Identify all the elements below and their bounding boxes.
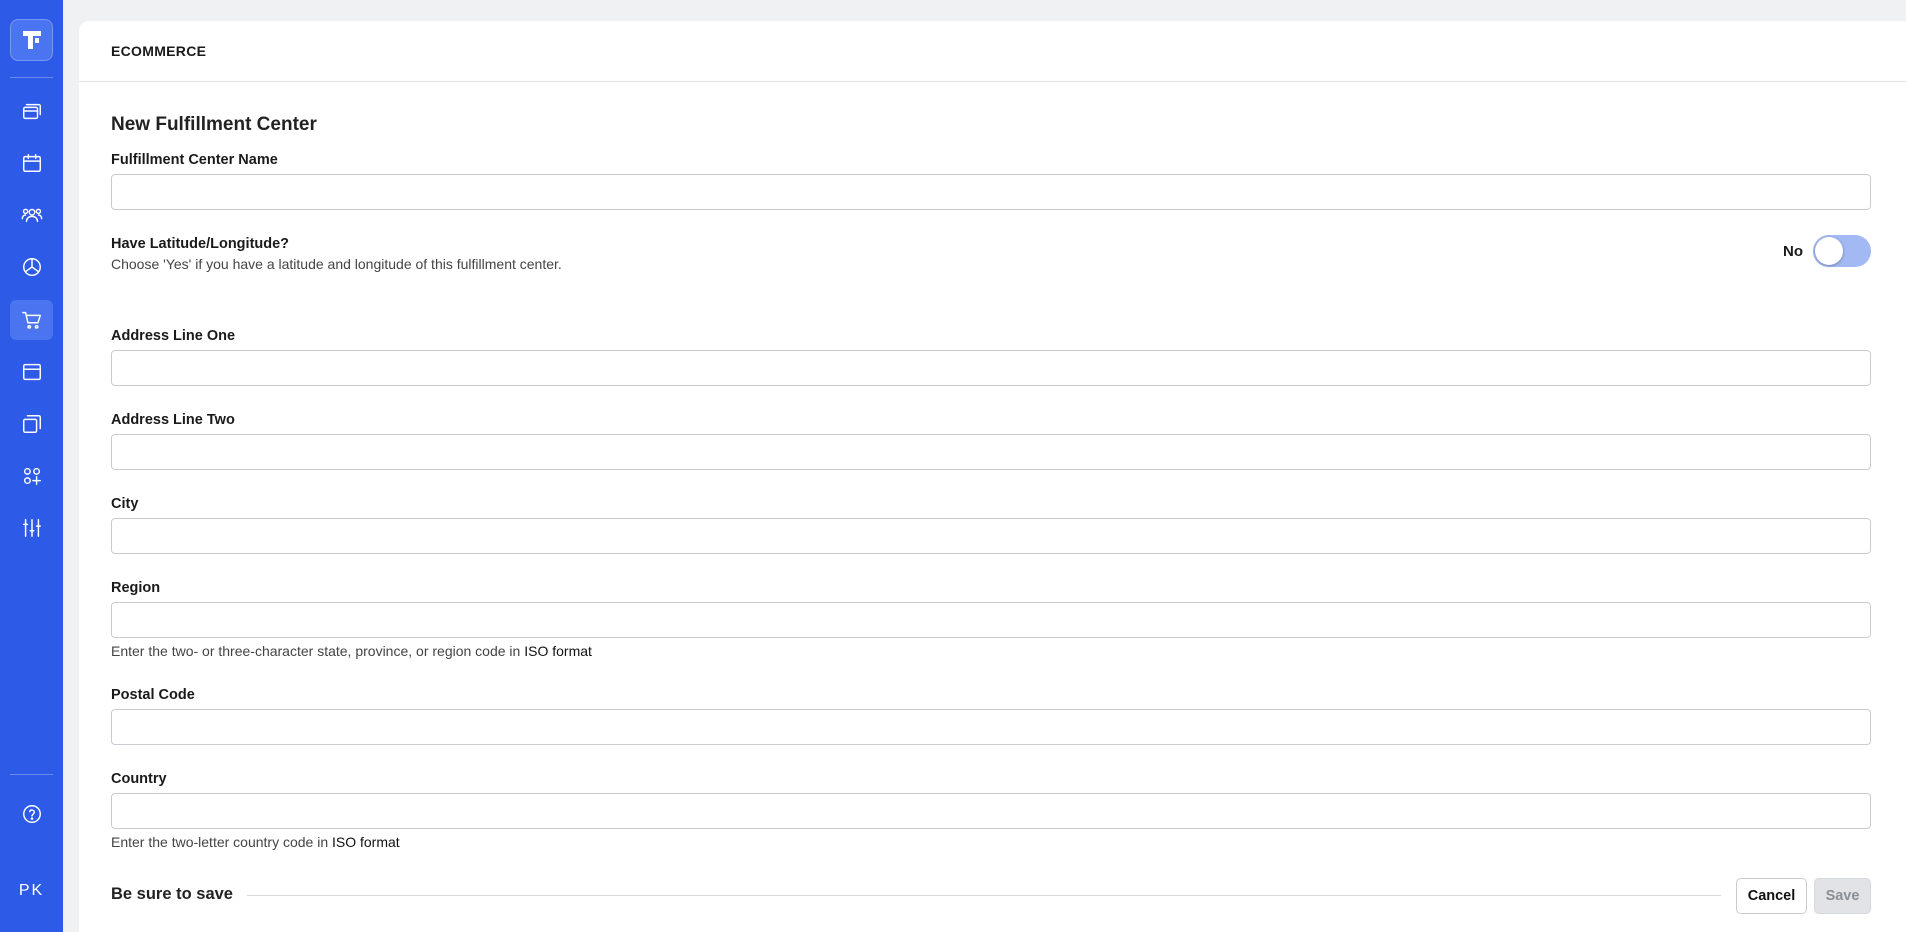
logo[interactable]	[10, 19, 53, 61]
pie-chart-icon	[22, 258, 41, 276]
shopping-cart-icon	[21, 311, 41, 329]
country-label: Country	[111, 771, 167, 787]
region-label: Region	[111, 580, 161, 596]
avatar[interactable]: PK	[10, 872, 53, 910]
address-line-one-label: Address Line One	[111, 328, 236, 344]
fulfillment-center-name-input[interactable]	[111, 174, 1871, 210]
footer-divider	[247, 895, 1721, 896]
sidebar-item-analytics[interactable]	[10, 247, 53, 287]
name-label: Fulfillment Center Name	[111, 152, 278, 168]
sidebar-item-settings[interactable]	[10, 508, 53, 548]
city-label: City	[111, 496, 139, 512]
city-input[interactable]	[111, 518, 1871, 554]
region-help-body: Enter the two- or three-character state,…	[111, 643, 525, 659]
address-line-two-input[interactable]	[111, 434, 1871, 470]
region-iso-format-link[interactable]: ISO format	[524, 643, 592, 659]
sliders-icon	[22, 519, 41, 537]
sidebar: PK	[0, 0, 63, 932]
calendar-icon	[22, 154, 41, 172]
address-line-one-input[interactable]	[111, 350, 1871, 386]
help-button[interactable]	[10, 794, 53, 834]
save-reminder: Be sure to save	[111, 885, 233, 903]
latlng-label: Have Latitude/Longitude?	[111, 236, 290, 252]
copy-icon	[22, 415, 41, 433]
country-help-body: Enter the two-letter country code in	[111, 834, 332, 850]
country-input[interactable]	[111, 793, 1871, 829]
sidebar-item-pages[interactable]	[10, 91, 53, 131]
address-line-two-label: Address Line Two	[111, 412, 235, 428]
sidebar-item-copies[interactable]	[10, 404, 53, 444]
save-button[interactable]: Save	[1814, 878, 1871, 914]
sidebar-divider-top	[10, 77, 53, 78]
country-help-text: Enter the two-letter country code in ISO…	[111, 834, 400, 850]
stacked-windows-icon	[22, 103, 41, 120]
page-title: New Fulfillment Center	[111, 114, 317, 135]
section-header: ECOMMERCE	[79, 21, 1906, 82]
postal-code-label: Postal Code	[111, 687, 195, 703]
main-card: ECOMMERCE New Fulfillment Center Fulfill…	[79, 21, 1906, 932]
country-iso-format-link[interactable]: ISO format	[332, 834, 400, 850]
sidebar-divider-bottom	[10, 774, 53, 775]
sidebar-item-calendar[interactable]	[10, 143, 53, 183]
apps-plus-icon	[23, 467, 41, 485]
cancel-button[interactable]: Cancel	[1736, 878, 1807, 914]
logo-icon	[22, 31, 41, 49]
region-help-text: Enter the two- or three-character state,…	[111, 643, 592, 659]
sidebar-item-browser[interactable]	[10, 352, 53, 392]
region-input[interactable]	[111, 602, 1871, 638]
browser-window-icon	[22, 363, 41, 381]
latlng-help-text: Choose 'Yes' if you have a latitude and …	[111, 256, 562, 272]
users-icon	[21, 208, 42, 223]
toggle-knob	[1815, 237, 1843, 265]
sidebar-item-users[interactable]	[10, 195, 53, 235]
latlng-toggle[interactable]	[1813, 235, 1871, 267]
postal-code-input[interactable]	[111, 709, 1871, 745]
help-circle-icon	[22, 805, 41, 823]
latlng-toggle-state: No	[1783, 243, 1803, 260]
sidebar-item-apps[interactable]	[10, 456, 53, 496]
section-title: ECOMMERCE	[111, 43, 207, 59]
sidebar-item-ecommerce[interactable]	[10, 300, 53, 340]
